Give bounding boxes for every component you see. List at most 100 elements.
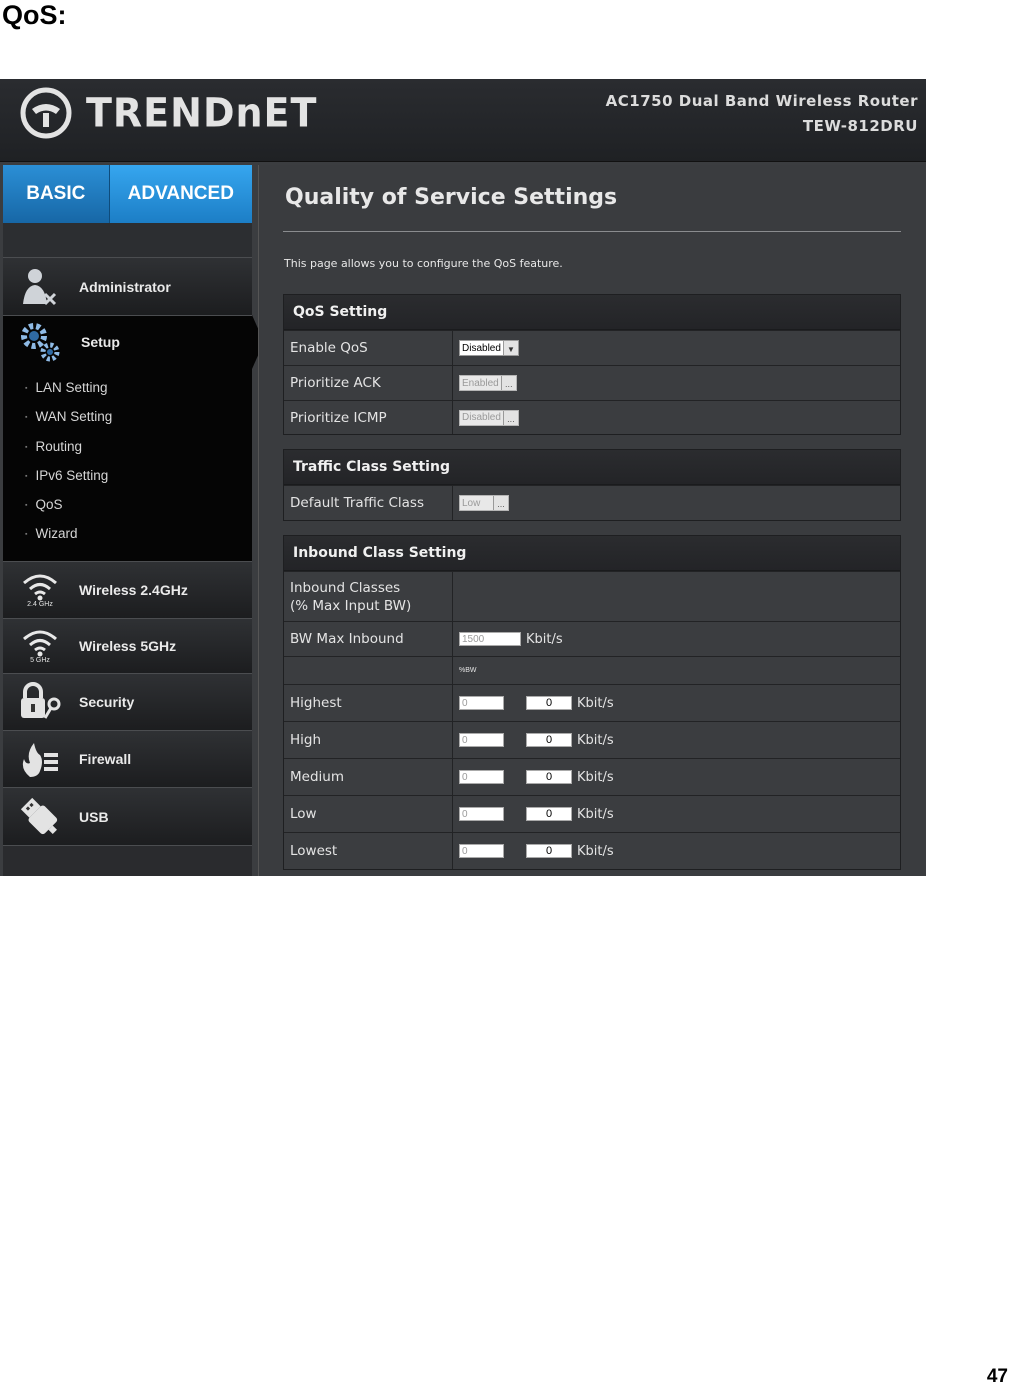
trendnet-logo: TRENDnET [20, 87, 317, 139]
logo-text: TRENDnET [86, 89, 318, 137]
sidebar-footer [3, 845, 252, 876]
inbound-row-low: Low 0 0 Kbit/s [284, 795, 900, 832]
unit-label: Kbit/s [526, 631, 563, 647]
sidebar-item-label: Setup [81, 334, 120, 350]
product-model: TEW-812DRU [802, 117, 918, 135]
field-label: Default Traffic Class [284, 486, 453, 520]
page-title: Quality of Service Settings [285, 185, 618, 210]
mode-tabs: BASIC ADVANCED [3, 165, 252, 234]
chevron-down-icon: … [500, 376, 516, 390]
pct-input[interactable]: 0 [459, 733, 504, 747]
page-number: 47 [986, 1366, 1008, 1387]
unit-label: Kbit/s [577, 695, 614, 711]
chevron-down-icon: … [502, 410, 518, 425]
tab-basic[interactable]: BASIC [3, 165, 110, 223]
inbound-classes-label: Inbound Classes (% Max Input BW) [284, 572, 453, 621]
inbound-class-panel: Inbound Class Setting Inbound Classes (%… [283, 535, 901, 870]
main-content: Quality of Service Settings This page al… [258, 165, 925, 876]
sidebar-item-usb[interactable]: USB [3, 787, 252, 845]
product-name: AC1750 Dual Band Wireless Router [605, 92, 918, 110]
qos-setting-panel: QoS Setting Enable QoS Disabled ▼ Priorit… [283, 294, 901, 435]
select-value: Disabled [462, 412, 501, 423]
sidebar-subitem-lan-setting[interactable]: LAN Setting [25, 380, 107, 395]
inbound-header-row: Inbound Classes (% Max Input BW) [284, 571, 900, 621]
field-label: Highest [284, 685, 453, 721]
sidebar-item-label: Security [79, 694, 135, 710]
pct-header-row: %BW [284, 656, 900, 684]
enable-qos-select[interactable]: Disabled ▼ [459, 340, 519, 356]
unit-label: Kbit/s [577, 806, 614, 822]
select-value: Enabled [462, 377, 499, 389]
unit-label: Kbit/s [577, 843, 614, 859]
pct-input[interactable]: 0 [459, 844, 504, 858]
sidebar-item-setup[interactable]: Setup [3, 316, 252, 368]
setup-section: Setup LAN Setting WAN Setting Routing IP… [3, 315, 252, 561]
field-label: Inbound Classes [290, 579, 401, 596]
sidebar-item-administrator[interactable]: Administrator [3, 257, 252, 315]
inbound-row-highest: Highest 0 0 Kbit/s [284, 684, 900, 721]
panel-title: Inbound Class Setting [284, 536, 900, 571]
field-label: Prioritize ICMP [284, 401, 453, 434]
administrator-icon [15, 264, 65, 310]
pct-input[interactable]: 0 [459, 770, 504, 784]
kbit-input[interactable]: 0 [526, 807, 572, 821]
sidebar-item-wireless-5ghz[interactable]: 5 GHz Wireless 5GHz [3, 618, 252, 673]
kbit-input[interactable]: 0 [526, 770, 572, 784]
gears-icon [15, 319, 65, 365]
sidebar-item-wireless-2-4ghz[interactable]: 2.4 GHz Wireless 2.4GHz [3, 561, 252, 618]
prioritize-ack-select[interactable]: Enabled… [459, 375, 517, 391]
tab-advanced[interactable]: ADVANCED [109, 165, 252, 234]
trendnet-logo-icon [20, 87, 72, 139]
select-value: Disabled [462, 342, 501, 354]
firewall-icon [15, 736, 65, 782]
bw-max-inbound-input[interactable]: 1500 [459, 632, 521, 646]
panel-title: QoS Setting [284, 295, 900, 330]
field-label: Medium [284, 759, 453, 795]
chevron-down-icon: ▼ [502, 341, 518, 355]
bw-max-inbound-row: BW Max Inbound 1500 Kbit/s [284, 621, 900, 656]
field-label: High [284, 722, 453, 758]
sidebar-item-label: USB [79, 808, 109, 825]
pct-bw-label: %BW [459, 667, 477, 674]
sidebar-subitem-ipv6-setting[interactable]: IPv6 Setting [25, 468, 108, 483]
kbit-input[interactable]: 0 [526, 733, 572, 747]
default-traffic-class-select[interactable]: Low … [459, 495, 509, 511]
pct-input[interactable]: 0 [459, 807, 504, 821]
sidebar-item-label: Wireless 5GHz [79, 638, 177, 654]
kbit-input[interactable]: 0 [526, 844, 572, 858]
traffic-class-panel: Traffic Class Setting Default Traffic Cl… [283, 449, 901, 521]
field-label: Low [284, 796, 453, 832]
field-label: BW Max Inbound [284, 622, 453, 656]
kbit-input[interactable]: 0 [526, 696, 572, 710]
product-info: AC1750 Dual Band Wireless Router TEW-812… [606, 89, 918, 139]
panel-title: Traffic Class Setting [284, 450, 900, 485]
sidebar: BASIC ADVANCED Administrator Setup LAN S… [3, 165, 264, 876]
wifi-5ghz-icon: 5 GHz [15, 623, 65, 669]
pct-input[interactable]: 0 [459, 696, 504, 710]
sidebar-subitem-wizard[interactable]: Wizard [25, 526, 77, 541]
sidebar-item-label: Wireless 2.4GHz [79, 582, 188, 598]
sidebar-subitem-routing[interactable]: Routing [25, 439, 82, 454]
inbound-row-medium: Medium 0 0 Kbit/s [284, 758, 900, 795]
lock-key-icon [15, 679, 65, 725]
header-bar: TRENDnET AC1750 Dual Band Wireless Route… [0, 79, 926, 162]
title-divider [283, 231, 901, 232]
band-badge: 2.4 GHz [27, 600, 53, 608]
field-label: Lowest [284, 833, 453, 869]
sidebar-subitem-qos[interactable]: QoS [25, 497, 62, 512]
band-badge: 5 GHz [30, 656, 50, 664]
qos-row-prioritize-ack: Prioritize ACK Enabled… [284, 365, 900, 400]
usb-icon [15, 794, 65, 840]
traffic-class-row: Default Traffic Class Low … [284, 485, 900, 520]
unit-label: Kbit/s [577, 732, 614, 748]
sidebar-item-label: Administrator [79, 278, 171, 295]
sidebar-item-firewall[interactable]: Firewall [3, 730, 252, 787]
chevron-down-icon: … [493, 496, 508, 510]
field-label: Prioritize ACK [284, 366, 453, 400]
qos-row-prioritize-icmp: Prioritize ICMP Disabled… [284, 400, 900, 434]
page-description: This page allows you to configure the Qo… [284, 257, 563, 270]
prioritize-icmp-select[interactable]: Disabled… [459, 409, 519, 426]
sidebar-item-security[interactable]: Security [3, 673, 252, 730]
sidebar-subitem-wan-setting[interactable]: WAN Setting [25, 409, 112, 424]
select-value: Low [462, 497, 481, 509]
